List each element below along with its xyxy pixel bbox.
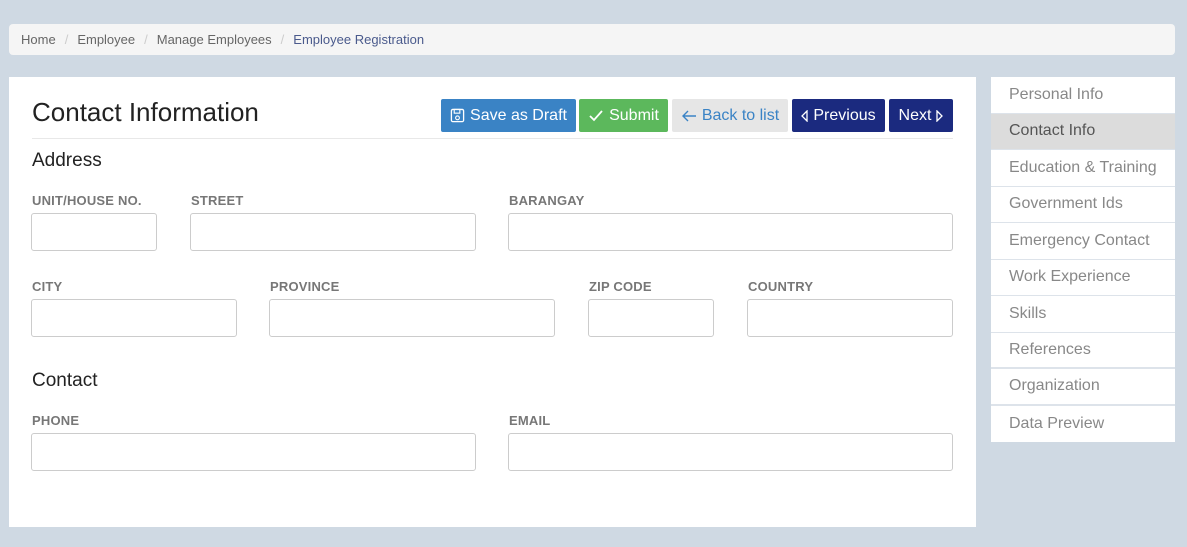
nav-item-skills[interactable]: Skills (991, 296, 1175, 333)
country-input[interactable] (747, 299, 953, 337)
floppy-disk-icon (450, 108, 465, 123)
address-section-heading: Address (32, 150, 102, 171)
previous-button[interactable]: Previous (792, 99, 885, 132)
title-divider (32, 138, 953, 139)
breadcrumb-separator: / (280, 32, 285, 47)
previous-label: Previous (813, 106, 876, 124)
zip-code-label: ZIP CODE (589, 279, 652, 294)
nav-item-education-training[interactable]: Education & Training (991, 150, 1175, 187)
back-to-list-label: Back to list (701, 106, 780, 124)
nav-item-contact-info[interactable]: Contact Info (991, 113, 1175, 150)
email-input[interactable] (508, 433, 953, 471)
barangay-input[interactable] (508, 213, 953, 251)
breadcrumb-home[interactable]: Home (21, 32, 56, 47)
phone-input[interactable] (31, 433, 476, 471)
nav-item-government-ids[interactable]: Government Ids (991, 187, 1175, 223)
nav-item-organization[interactable]: Organization (991, 369, 1175, 406)
breadcrumb-manage-employees[interactable]: Manage Employees (157, 32, 272, 47)
next-button[interactable]: Next (889, 99, 953, 132)
nav-item-data-preview[interactable]: Data Preview (991, 406, 1175, 443)
nav-item-work-experience[interactable]: Work Experience (991, 260, 1175, 296)
email-label: EMAIL (509, 413, 551, 428)
caret-left-icon (801, 109, 809, 122)
nav-item-emergency-contact[interactable]: Emergency Contact (991, 223, 1175, 260)
registration-steps-nav: Personal Info Contact Info Education & T… (991, 77, 1175, 442)
save-draft-label: Save as Draft (470, 106, 567, 124)
street-label: STREET (191, 193, 244, 208)
province-label: PROVINCE (270, 279, 340, 294)
breadcrumb-current: Employee Registration (293, 32, 425, 47)
phone-label: PHONE (32, 413, 80, 428)
breadcrumb-separator: / (144, 32, 148, 47)
arrow-left-icon (681, 109, 697, 123)
contact-form-panel: Contact Information Save as Draft Submit… (9, 77, 976, 527)
back-to-list-button[interactable]: Back to list (672, 99, 788, 132)
next-label: Next (898, 106, 932, 124)
page-title: Contact Information (32, 97, 259, 127)
barangay-label: BARANGAY (509, 193, 585, 208)
zip-code-input[interactable] (588, 299, 714, 337)
contact-section-heading: Contact (32, 370, 98, 391)
breadcrumb-employee[interactable]: Employee (77, 32, 135, 47)
submit-button[interactable]: Submit (579, 99, 668, 132)
save-draft-button[interactable]: Save as Draft (441, 99, 576, 132)
nav-item-references[interactable]: References (991, 333, 1175, 369)
province-input[interactable] (269, 299, 555, 337)
country-label: COUNTRY (748, 279, 814, 294)
unit-house-input[interactable] (31, 213, 157, 251)
city-label: CITY (32, 279, 63, 294)
nav-item-personal-info[interactable]: Personal Info (991, 77, 1175, 114)
unit-house-label: UNIT/HOUSE NO. (32, 193, 142, 208)
breadcrumb: Home / Employee / Manage Employees / Emp… (9, 24, 1175, 55)
caret-right-icon (936, 109, 944, 122)
checkmark-icon (588, 109, 604, 123)
submit-label: Submit (609, 106, 659, 124)
breadcrumb-separator: / (64, 32, 69, 47)
city-input[interactable] (31, 299, 237, 337)
street-input[interactable] (190, 213, 476, 251)
